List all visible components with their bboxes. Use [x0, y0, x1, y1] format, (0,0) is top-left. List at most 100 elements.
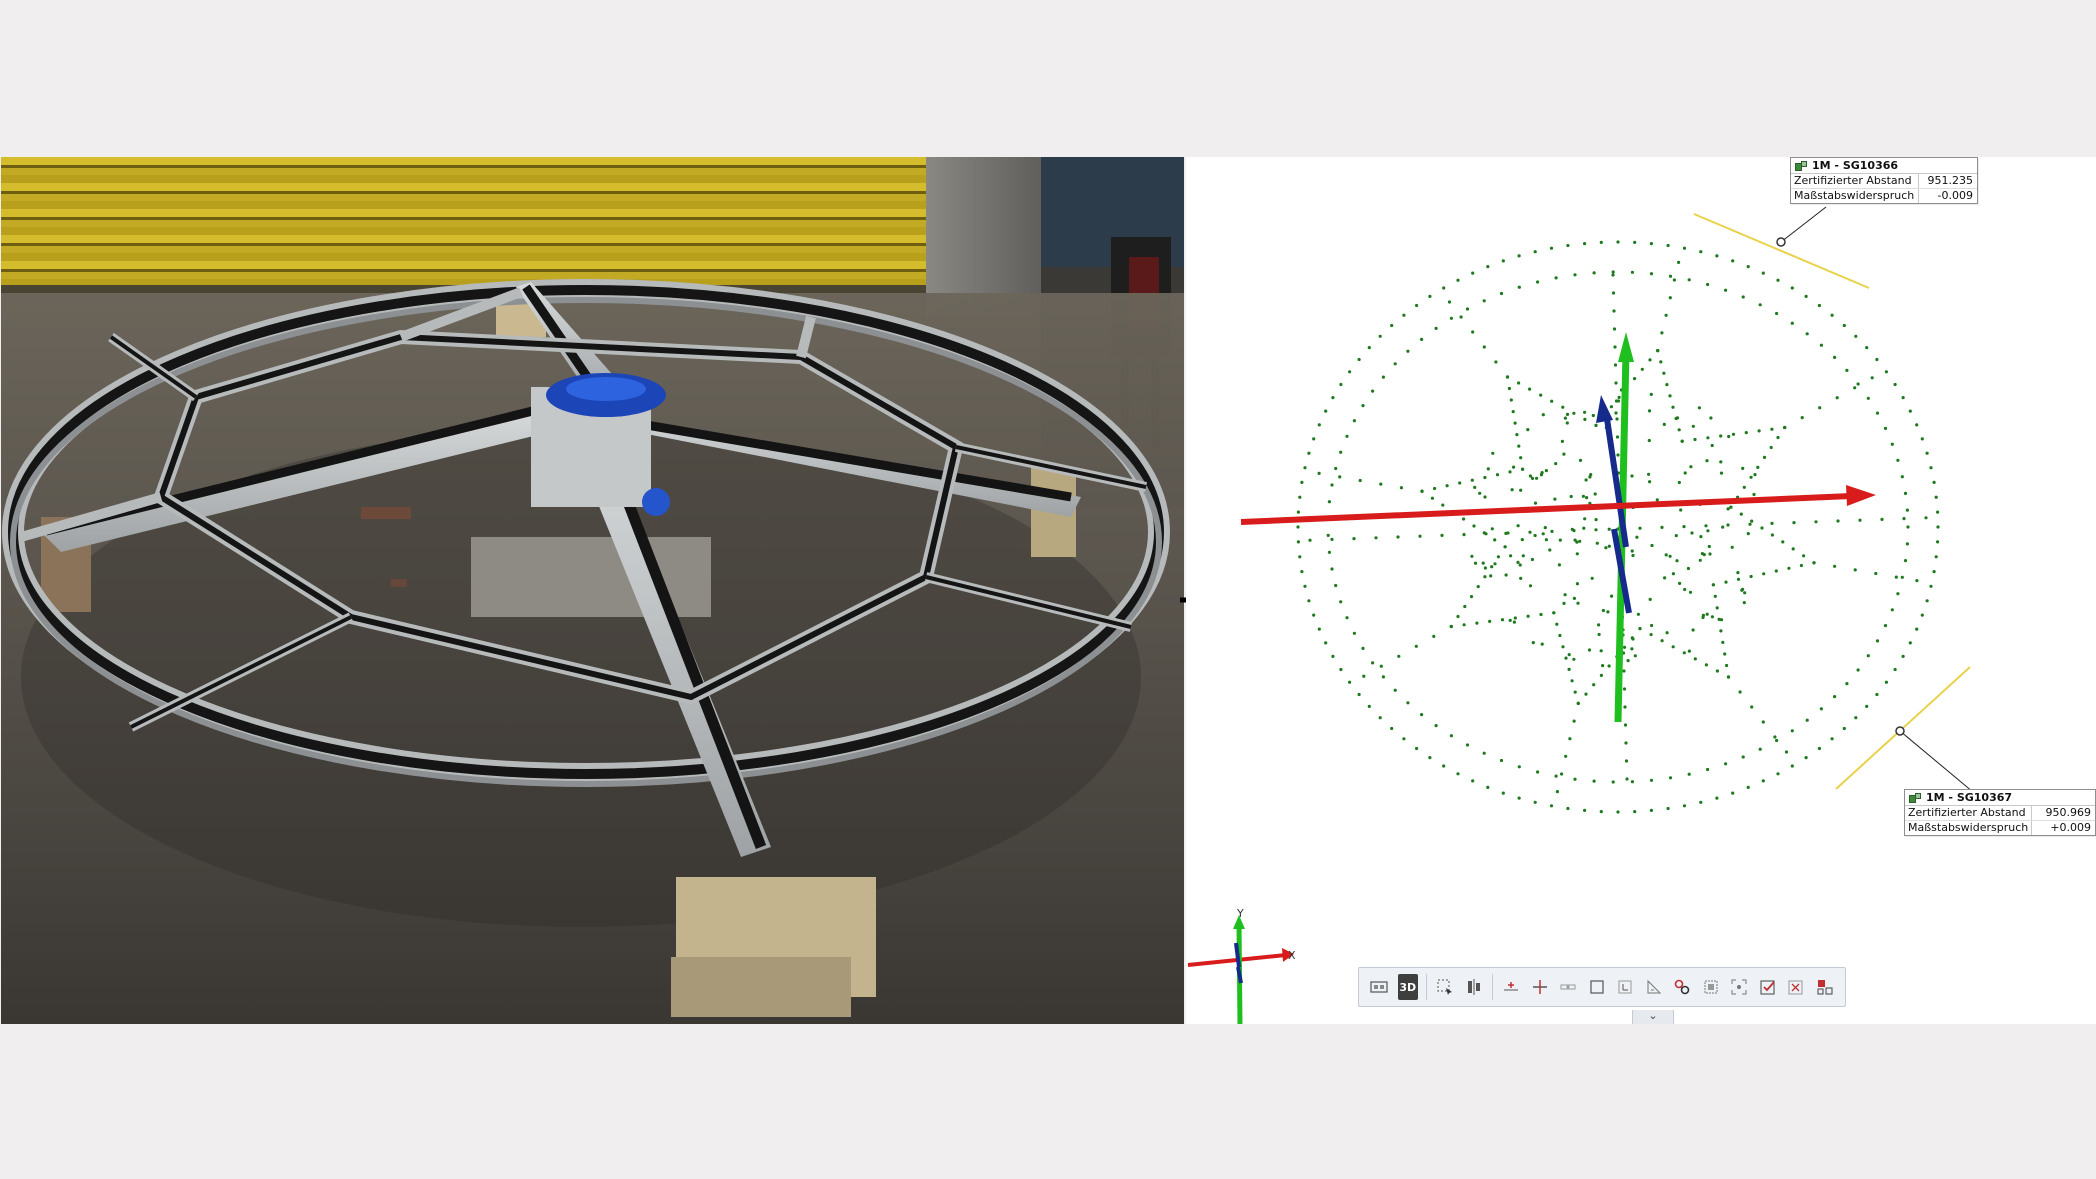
- point-marker: [1906, 525, 1910, 529]
- point-marker: [1866, 654, 1870, 658]
- point-marker: [1500, 618, 1505, 622]
- point-marker: [1903, 559, 1908, 563]
- scale-bar-1-marker[interactable]: [1776, 237, 1786, 247]
- point-marker: [1490, 565, 1494, 569]
- toolbar-expand-button[interactable]: ⌄: [1632, 1010, 1674, 1024]
- angle-button[interactable]: [1643, 974, 1664, 1000]
- point-marker: [1362, 674, 1366, 678]
- point-marker: [1367, 704, 1371, 709]
- point-marker: [1830, 737, 1834, 741]
- point-marker: [1665, 383, 1669, 387]
- point-marker: [1442, 286, 1446, 290]
- point-marker: [1528, 530, 1532, 534]
- point-marker: [1449, 316, 1453, 320]
- point-marker: [1724, 762, 1728, 766]
- point-marker: [1513, 616, 1517, 620]
- clear-button[interactable]: [1786, 974, 1807, 1000]
- point-marker: [1893, 667, 1897, 672]
- point-marker: [1327, 550, 1331, 554]
- point-marker: [1668, 274, 1673, 278]
- point-marker: [1567, 667, 1571, 671]
- point-marker: [1804, 294, 1808, 298]
- point-marker: [1713, 594, 1717, 598]
- point-marker: [1731, 259, 1735, 263]
- point-marker: [1896, 458, 1900, 462]
- measurement-viewport[interactable]: 1M - SG10366 Zertifizierter Abstand 951.…: [1186, 157, 2096, 1024]
- point-marker: [1339, 600, 1343, 604]
- point-marker: [1724, 580, 1728, 584]
- point-marker: [1570, 527, 1574, 531]
- point-marker: [1470, 478, 1474, 482]
- align-button[interactable]: [1463, 974, 1484, 1000]
- point-marker: [1575, 582, 1579, 586]
- scale-bar-tag-2[interactable]: 1M - SG10367 Zertifizierter Abstand 950.…: [1904, 789, 2096, 836]
- point-marker: [1554, 774, 1558, 778]
- point-marker: [1761, 271, 1765, 275]
- point-marker: [1741, 295, 1745, 299]
- point-marker: [1668, 394, 1672, 398]
- point-marker: [1715, 254, 1719, 258]
- point-marker: [1591, 413, 1595, 418]
- point-marker: [1456, 278, 1460, 282]
- point-marker: [1858, 518, 1862, 522]
- point-marker: [1557, 563, 1561, 567]
- point-marker: [1812, 561, 1816, 565]
- settings-button[interactable]: [1815, 974, 1836, 1000]
- point-marker: [1330, 537, 1334, 541]
- point-marker: [1371, 389, 1375, 393]
- point-marker: [1610, 594, 1614, 598]
- move-point-button[interactable]: [1529, 974, 1550, 1000]
- display-mode-button[interactable]: [1369, 974, 1390, 1000]
- point-marker: [1660, 331, 1664, 335]
- point-cloud-scene[interactable]: [1186, 157, 2096, 1024]
- point-marker: [1420, 489, 1424, 493]
- scale-bar-1[interactable]: [1693, 213, 1870, 289]
- viewport-toolbar: 3D: [1358, 967, 1846, 1007]
- scale-bar-tag-1[interactable]: 1M - SG10366 Zertifizierter Abstand 951.…: [1790, 157, 1978, 204]
- select-box-button[interactable]: [1435, 974, 1456, 1000]
- scale-bar-2-marker[interactable]: [1895, 726, 1905, 736]
- tag-value: 951.235: [1927, 174, 1974, 187]
- point-marker: [1736, 577, 1741, 581]
- point-marker: [1663, 576, 1667, 580]
- point-marker: [1647, 409, 1652, 413]
- point-marker: [1374, 536, 1378, 540]
- point-marker: [1445, 484, 1449, 488]
- point-marker: [1599, 673, 1603, 678]
- zoom-extents-button[interactable]: [1729, 974, 1750, 1000]
- point-marker: [1633, 654, 1637, 658]
- point-marker: [1770, 427, 1774, 431]
- point-marker: [1774, 569, 1778, 573]
- point-marker: [1334, 466, 1338, 471]
- point-marker: [1633, 810, 1637, 814]
- point-marker: [1508, 470, 1512, 474]
- point-marker: [1572, 657, 1576, 661]
- coordinate-button[interactable]: [1615, 974, 1636, 1000]
- point-marker: [1606, 610, 1610, 614]
- point-marker: [1875, 639, 1880, 643]
- point-marker: [1434, 326, 1438, 330]
- tag-leader-1: [1780, 206, 1827, 243]
- move-point-icon: [1532, 980, 1547, 994]
- point-marker: [1396, 535, 1400, 539]
- add-point-button[interactable]: [1501, 974, 1522, 1000]
- point-marker: [1566, 806, 1570, 811]
- point-marker: [1303, 466, 1307, 470]
- point-marker: [1908, 641, 1912, 645]
- point-marker: [1526, 428, 1530, 432]
- point-marker: [1611, 291, 1616, 295]
- point-marker: [1697, 406, 1701, 410]
- fit-button[interactable]: [1700, 974, 1721, 1000]
- point-marker: [1633, 377, 1637, 381]
- point-marker: [1649, 272, 1654, 276]
- point-marker: [1614, 381, 1618, 385]
- view-3d-button[interactable]: 3D: [1397, 974, 1419, 1000]
- frame-button[interactable]: [1586, 974, 1607, 1000]
- link-button[interactable]: [1672, 974, 1693, 1000]
- scale-bar-button[interactable]: [1558, 974, 1579, 1000]
- point-marker: [1458, 481, 1462, 485]
- check-button[interactable]: [1758, 974, 1779, 1000]
- point-marker: [1518, 563, 1522, 567]
- point-marker: [1617, 395, 1621, 399]
- point-marker: [1393, 688, 1397, 692]
